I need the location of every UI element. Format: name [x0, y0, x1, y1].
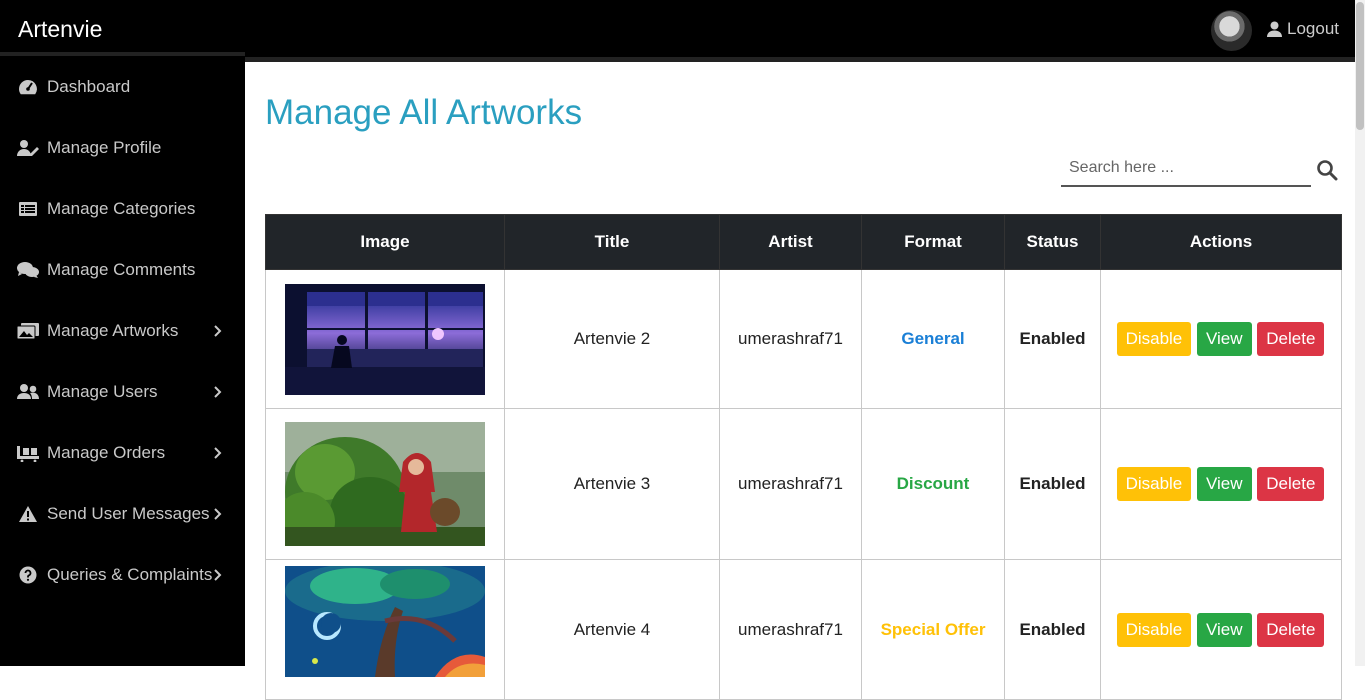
pallet-icon: [17, 444, 39, 462]
sidebar-item-label: Manage Artworks: [47, 320, 179, 340]
sidebar-item-manage-artworks[interactable]: Manage Artworks: [0, 300, 245, 361]
sidebar-item-label: Manage Users: [47, 381, 158, 401]
artworks-table: Image Title Artist Format Status Actions: [265, 214, 1342, 700]
delete-button[interactable]: Delete: [1257, 322, 1325, 356]
column-header-actions: Actions: [1100, 214, 1342, 270]
column-header-format: Format: [861, 214, 1005, 270]
sidebar-item-manage-profile[interactable]: Manage Profile: [0, 117, 245, 178]
sidebar-item-label: Queries & Complaints: [47, 564, 213, 584]
page-scrollbar[interactable]: [1355, 0, 1365, 666]
view-button[interactable]: View: [1197, 612, 1252, 647]
column-header-artist: Artist: [719, 214, 862, 270]
sidebar-item-label: Dashboard: [47, 76, 131, 96]
format-cell: Special Offer: [861, 559, 1005, 700]
title-cell: Artenvie 2: [504, 269, 720, 409]
user-edit-icon: [17, 139, 39, 157]
sidebar-item-dashboard[interactable]: Dashboard: [0, 56, 245, 117]
chevron-right-icon: [214, 507, 222, 520]
chevron-right-icon: [214, 324, 222, 337]
column-header-title: Title: [504, 214, 720, 270]
artwork-thumbnail[interactable]: [285, 566, 485, 677]
artist-cell: umerashraf71: [719, 559, 862, 700]
sidebar-item-label: Manage Categories: [47, 198, 196, 218]
disable-button[interactable]: Disable: [1116, 467, 1192, 501]
actions-cell: Disable View Delete: [1100, 408, 1342, 560]
sidebar-item-manage-orders[interactable]: Manage Orders: [0, 422, 245, 483]
dashboard-icon: [17, 78, 39, 96]
logout-button[interactable]: Logout: [1267, 19, 1339, 39]
status-cell: Enabled: [1004, 269, 1101, 409]
logout-label: Logout: [1287, 19, 1339, 38]
search-box: [1061, 151, 1311, 187]
table-row: Artenvie 4 umerashraf71 Special Offer En…: [265, 559, 1342, 700]
artwork-thumbnail[interactable]: [285, 283, 485, 395]
main-content: Manage All Artworks Image Title Artist F…: [245, 67, 1355, 700]
column-header-image: Image: [265, 214, 505, 270]
sidebar-item-send-user-messages[interactable]: Send User Messages: [0, 483, 245, 544]
sidebar-item-manage-comments[interactable]: Manage Comments: [0, 239, 245, 300]
list-icon: [17, 200, 39, 218]
artist-cell: umerashraf71: [719, 408, 862, 560]
sidebar-item-label: Manage Orders: [47, 442, 166, 462]
image-cell: [265, 408, 505, 560]
top-navbar: Logout: [245, 0, 1355, 62]
view-button[interactable]: View: [1197, 322, 1252, 356]
table-row: Artenvie 2 umerashraf71 General Enabled …: [265, 269, 1342, 409]
scrollbar-thumb[interactable]: [1356, 2, 1364, 130]
status-cell: Enabled: [1004, 408, 1101, 560]
sidebar-item-label: Send User Messages: [47, 503, 210, 523]
avatar[interactable]: [1211, 10, 1252, 51]
sidebar-nav: Dashboard Manage Profile Manage Categori…: [0, 56, 245, 605]
sidebar-item-label: Manage Comments: [47, 259, 196, 279]
sidebar-item-manage-categories[interactable]: Manage Categories: [0, 178, 245, 239]
page-title: Manage All Artworks: [265, 93, 583, 132]
status-cell: Enabled: [1004, 559, 1101, 700]
search-icon[interactable]: [1316, 159, 1338, 181]
users-icon: [17, 383, 39, 401]
sidebar-item-queries-complaints[interactable]: Queries & Complaints: [0, 544, 245, 605]
image-cell: [265, 269, 505, 409]
actions-cell: Disable View Delete: [1100, 269, 1342, 409]
table-header-row: Image Title Artist Format Status Actions: [265, 214, 1342, 270]
format-cell: Discount: [861, 408, 1005, 560]
title-cell: Artenvie 3: [504, 408, 720, 560]
question-circle-icon: [17, 566, 39, 584]
chevron-right-icon: [214, 385, 222, 398]
artwork-thumbnail[interactable]: [285, 422, 485, 546]
sidebar: Artenvie Dashboard Manage Profile Manage…: [0, 0, 245, 666]
disable-button[interactable]: Disable: [1116, 322, 1192, 356]
delete-button[interactable]: Delete: [1257, 467, 1325, 501]
warning-icon: [17, 505, 39, 523]
title-cell: Artenvie 4: [504, 559, 720, 700]
user-icon: [1267, 21, 1282, 37]
chevron-right-icon: [214, 568, 222, 581]
view-button[interactable]: View: [1197, 467, 1252, 501]
actions-cell: Disable View Delete: [1100, 559, 1342, 700]
image-cell: [265, 559, 505, 700]
images-icon: [17, 322, 39, 340]
delete-button[interactable]: Delete: [1257, 612, 1325, 647]
column-header-status: Status: [1004, 214, 1101, 270]
disable-button[interactable]: Disable: [1116, 612, 1192, 647]
comments-icon: [17, 261, 39, 279]
search-input[interactable]: [1061, 151, 1311, 185]
chevron-right-icon: [214, 446, 222, 459]
brand-logo[interactable]: Artenvie: [0, 0, 245, 56]
format-cell: General: [861, 269, 1005, 409]
sidebar-item-manage-users[interactable]: Manage Users: [0, 361, 245, 422]
table-row: Artenvie 3 umerashraf71 Discount Enabled…: [265, 408, 1342, 560]
artist-cell: umerashraf71: [719, 269, 862, 409]
sidebar-item-label: Manage Profile: [47, 137, 162, 157]
